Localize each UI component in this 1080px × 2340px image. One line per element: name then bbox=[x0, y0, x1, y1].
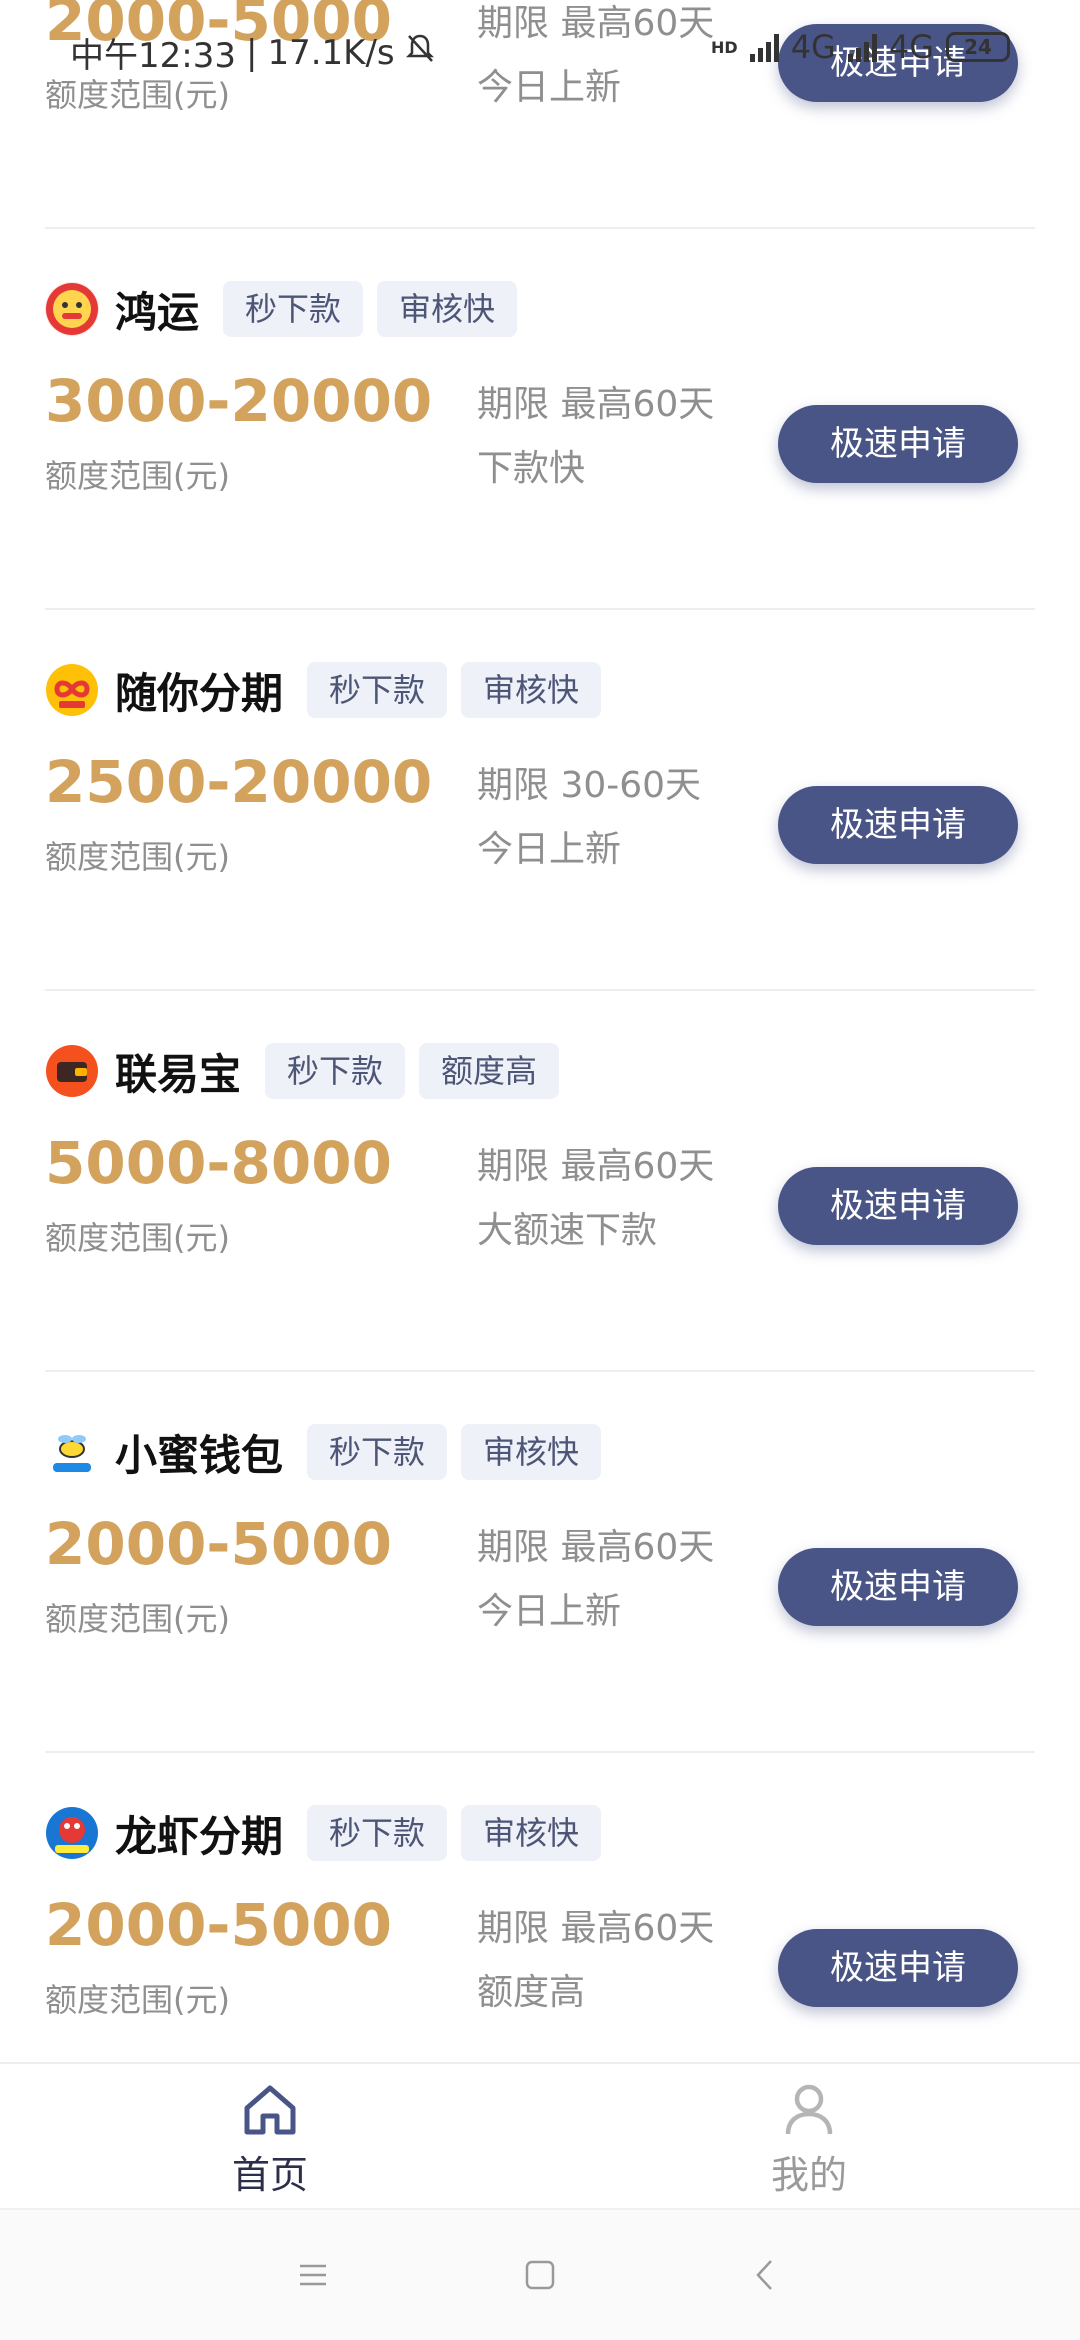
loan-term: 期限 30-60天 bbox=[477, 765, 702, 806]
wallet-logo-icon bbox=[45, 1044, 99, 1098]
user-icon bbox=[709, 2082, 909, 2140]
product-card[interactable]: 鸿运 秒下款 审核快 3000-20000 额度范围(元) 期限 最高60天 下… bbox=[45, 229, 1035, 610]
product-note: 额度高 bbox=[477, 1972, 586, 2013]
product-name: 小蜜钱包 bbox=[115, 1430, 284, 1480]
amount-range-label: 额度范围(元) bbox=[45, 1219, 230, 1257]
signal-icon bbox=[847, 32, 877, 62]
product-tag: 秒下款 bbox=[265, 1043, 406, 1099]
product-tag: 审核快 bbox=[461, 1424, 602, 1480]
product-tag: 秒下款 bbox=[307, 662, 448, 718]
back-icon[interactable] bbox=[735, 2250, 795, 2300]
product-name: 联易宝 bbox=[115, 1049, 242, 1099]
product-tag: 秒下款 bbox=[307, 1424, 448, 1480]
amount-range-label: 额度范围(元) bbox=[45, 838, 230, 876]
loan-term: 期限 最高60天 bbox=[477, 1908, 715, 1949]
status-separator: | bbox=[245, 32, 258, 73]
amount-range-label: 额度范围(元) bbox=[45, 1600, 230, 1638]
apply-button[interactable]: 极速申请 bbox=[778, 1929, 1018, 2007]
apply-button[interactable]: 极速申请 bbox=[778, 1548, 1018, 1626]
hd-label: HD bbox=[711, 37, 738, 57]
amount-range-label: 额度范围(元) bbox=[45, 457, 230, 495]
apply-button[interactable]: 极速申请 bbox=[778, 405, 1018, 483]
product-card[interactable]: 联易宝 秒下款 额度高 5000-8000 额度范围(元) 期限 最高60天 大… bbox=[45, 991, 1035, 1372]
product-tag: 额度高 bbox=[419, 1043, 560, 1099]
bottom-tab-bar: 首页 我的 bbox=[0, 2062, 1080, 2208]
lobster-logo-icon bbox=[45, 1806, 99, 1860]
apply-button[interactable]: 极速申请 bbox=[778, 1167, 1018, 1245]
product-tag: 审核快 bbox=[377, 281, 518, 337]
product-name: 鸿运 bbox=[115, 287, 200, 337]
lion-logo-icon bbox=[45, 282, 99, 336]
tab-home-label: 首页 bbox=[231, 2153, 308, 2197]
product-tag: 秒下款 bbox=[223, 281, 364, 337]
system-nav-bar bbox=[0, 2208, 1080, 2340]
product-name: 龙虾分期 bbox=[115, 1811, 284, 1861]
product-card[interactable]: 小蜜钱包 秒下款 审核快 2000-5000 额度范围(元) 期限 最高60天 … bbox=[45, 1372, 1035, 1753]
amount-range: 5000-8000 bbox=[45, 1129, 392, 1197]
apply-button[interactable]: 极速申请 bbox=[778, 786, 1018, 864]
product-note: 今日上新 bbox=[477, 1591, 622, 1632]
mute-bell-icon bbox=[405, 32, 435, 73]
signal-icon bbox=[749, 32, 779, 62]
network-type-2: 4G bbox=[888, 28, 934, 66]
product-note: 下款快 bbox=[477, 448, 586, 489]
product-note: 大额速下款 bbox=[477, 1210, 658, 1251]
product-name: 随你分期 bbox=[115, 668, 284, 718]
product-tag: 秒下款 bbox=[307, 1805, 448, 1861]
loan-term: 期限 最高60天 bbox=[477, 1527, 715, 1568]
network-type-1: 4G bbox=[790, 28, 836, 66]
status-speed: 17.1K/s bbox=[267, 32, 395, 73]
loan-term: 期限 最高60天 bbox=[477, 384, 715, 425]
amount-range: 3000-20000 bbox=[45, 367, 433, 435]
loan-term: 期限 最高60天 bbox=[477, 1146, 715, 1187]
menu-icon[interactable] bbox=[283, 2250, 343, 2300]
status-bar: 中午12:33 | 17.1K/s HD 4G 4G 24 bbox=[0, 0, 1080, 100]
home-square-icon[interactable] bbox=[510, 2250, 570, 2300]
product-tag: 审核快 bbox=[461, 1805, 602, 1861]
home-icon bbox=[170, 2082, 370, 2140]
amount-range: 2000-5000 bbox=[45, 1891, 392, 1959]
tab-me[interactable]: 我的 bbox=[709, 2082, 909, 2199]
amount-range: 2000-5000 bbox=[45, 1510, 392, 1578]
tab-me-label: 我的 bbox=[770, 2153, 847, 2197]
battery-icon: 24 bbox=[946, 32, 1010, 62]
product-tag: 审核快 bbox=[461, 662, 602, 718]
product-card[interactable]: 随你分期 秒下款 审核快 2500-20000 额度范围(元) 期限 30-60… bbox=[45, 610, 1035, 991]
product-note: 今日上新 bbox=[477, 829, 622, 870]
bee-logo-icon bbox=[45, 1425, 99, 1479]
status-time: 中午12:33 bbox=[70, 36, 236, 76]
amount-range-label: 额度范围(元) bbox=[45, 1981, 230, 2019]
amount-range: 2500-20000 bbox=[45, 748, 433, 816]
infinity-logo-icon bbox=[45, 663, 99, 717]
tab-home[interactable]: 首页 bbox=[170, 2082, 370, 2199]
